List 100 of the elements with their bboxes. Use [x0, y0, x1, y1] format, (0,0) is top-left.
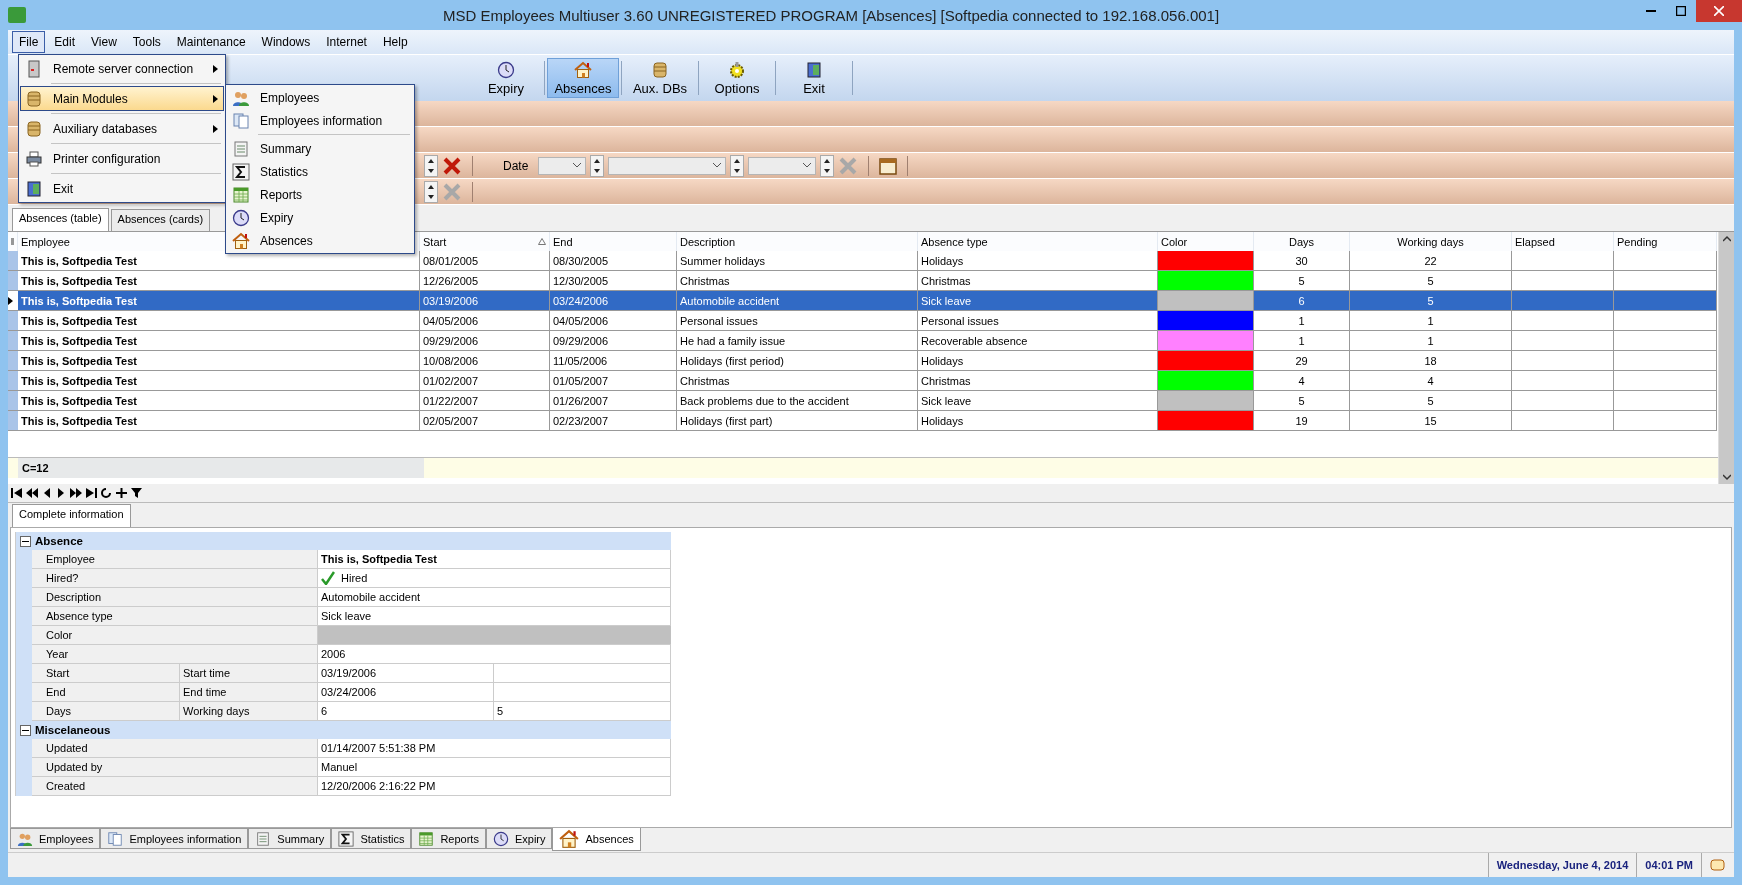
clock-icon: [232, 208, 250, 227]
menu-item[interactable]: Reports: [227, 183, 413, 206]
menu-item[interactable]: Expiry: [227, 206, 413, 229]
detail-tab[interactable]: Complete information: [12, 504, 131, 528]
menu-item[interactable]: Employees: [227, 86, 413, 109]
toolbar-button[interactable]: Expiry: [470, 58, 542, 98]
column-header[interactable]: Elapsed: [1512, 232, 1614, 251]
table-cell: 11/05/2006: [550, 351, 677, 371]
property-label: Start time: [180, 664, 318, 683]
table-cell: 18: [1350, 351, 1512, 371]
table-cell: This is, Softpedia Test: [18, 311, 420, 331]
column-header[interactable]: Pending: [1614, 232, 1717, 251]
property-value: Hired: [341, 572, 368, 584]
table-cell: Holidays: [918, 251, 1158, 271]
column-header[interactable]: Description: [677, 232, 918, 251]
property-label: Description: [32, 588, 318, 607]
spin-button[interactable]: [820, 154, 835, 177]
clear-filter-disabled-icon: [838, 155, 859, 176]
table-cell: Christmas: [918, 371, 1158, 391]
module-tab[interactable]: Statistics: [331, 828, 412, 849]
collapse-icon[interactable]: [20, 535, 31, 547]
vertical-scrollbar[interactable]: [1718, 232, 1734, 484]
menu-item[interactable]: Statistics: [227, 160, 413, 183]
menu-item[interactable]: Tools: [125, 31, 168, 53]
table-cell: 1: [1254, 331, 1350, 351]
minimize-icon: [1646, 10, 1656, 12]
property-label: Employee: [32, 550, 318, 569]
menu-item[interactable]: Printer configuration: [20, 146, 224, 171]
table-cell: 04/05/2006: [550, 311, 677, 331]
door-icon: [805, 60, 823, 79]
toolbar-button[interactable]: Aux. DBs: [624, 58, 696, 98]
column-header[interactable]: Start: [420, 232, 550, 251]
spin-button[interactable]: [730, 154, 745, 177]
menu-item[interactable]: Windows: [254, 31, 318, 53]
app-icon: [8, 7, 26, 23]
menu-item[interactable]: Remote server connection: [20, 56, 224, 81]
menu-item[interactable]: Edit: [47, 31, 83, 53]
module-tab[interactable]: Employees: [10, 828, 101, 849]
module-tab[interactable]: Expiry: [485, 828, 553, 849]
spin-button[interactable]: [424, 154, 438, 177]
view-tab[interactable]: Absences (cards): [110, 209, 211, 231]
last-record-icon: [85, 487, 98, 499]
up-arrow-icon: [428, 184, 434, 189]
module-tab[interactable]: Absences: [552, 828, 641, 851]
table-cell: 19: [1254, 411, 1350, 431]
table-cell: Automobile accident: [677, 291, 918, 311]
table-cell: 01/22/2007: [420, 391, 550, 411]
menu-item[interactable]: Absences: [227, 229, 413, 252]
table-cell: Summer holidays: [677, 251, 918, 271]
toolbar-button[interactable]: Exit: [778, 58, 850, 98]
table-cell: Recoverable absence: [918, 331, 1158, 351]
table-cell: 30: [1254, 251, 1350, 271]
collapse-icon[interactable]: [20, 724, 31, 736]
table-cell: This is, Softpedia Test: [18, 291, 420, 311]
column-header[interactable]: End: [550, 232, 677, 251]
menu-item[interactable]: Maintenance: [169, 31, 253, 53]
menu-item[interactable]: Employees information: [227, 109, 413, 132]
spin-button[interactable]: [590, 154, 605, 177]
view-tab[interactable]: Absences (table): [12, 208, 109, 232]
table-cell: Back problems due to the accident: [677, 391, 918, 411]
spreadsheet-icon: [232, 185, 250, 204]
menu-item[interactable]: Summary: [227, 137, 413, 160]
table-cell: Holidays (first part): [677, 411, 918, 431]
column-header[interactable]: Absence type: [918, 232, 1158, 251]
menu-item[interactable]: Internet: [319, 31, 374, 53]
toolbar-button[interactable]: Absences: [547, 58, 619, 98]
property-value: 12/20/2006 2:16:22 PM: [318, 777, 671, 796]
menu-item[interactable]: Auxiliary databases: [20, 116, 224, 141]
house-icon: [574, 60, 592, 79]
close-button[interactable]: [1696, 0, 1742, 22]
door-icon: [25, 179, 43, 198]
status-time: 04:01 PM: [1636, 853, 1701, 877]
menu-item[interactable]: Main Modules: [20, 86, 224, 111]
table-cell: 08/01/2005: [420, 251, 550, 271]
menu-item[interactable]: Help: [375, 31, 415, 53]
property-label: Days: [32, 702, 180, 721]
spin-button[interactable]: [424, 180, 438, 203]
sheet-icon: [255, 830, 272, 847]
up-arrow-icon: [824, 158, 831, 163]
caret-icon: [803, 163, 812, 168]
module-tab[interactable]: Summary: [248, 828, 332, 849]
record-count: C=12: [18, 458, 424, 478]
column-header[interactable]: Color: [1158, 232, 1254, 251]
menu-item[interactable]: File: [12, 31, 46, 53]
column-header[interactable]: Working days: [1350, 232, 1512, 251]
toolbar-button[interactable]: Options: [701, 58, 773, 98]
date-label: Date: [503, 158, 529, 173]
menu-item[interactable]: View: [84, 31, 124, 53]
table-cell: 10/08/2006: [420, 351, 550, 371]
close-icon: [1714, 6, 1724, 16]
column-chooser-button[interactable]: [8, 232, 18, 251]
up-arrow-icon: [734, 158, 741, 163]
property-value: 03/19/2006: [318, 664, 494, 683]
module-tab[interactable]: Reports: [411, 828, 486, 849]
sigma-icon: [338, 830, 355, 847]
maximize-icon: [1676, 6, 1686, 16]
column-header[interactable]: Days: [1254, 232, 1350, 251]
printer-icon: [25, 149, 43, 168]
module-tab[interactable]: Employees information: [100, 828, 249, 849]
menu-item[interactable]: Exit: [20, 176, 224, 201]
